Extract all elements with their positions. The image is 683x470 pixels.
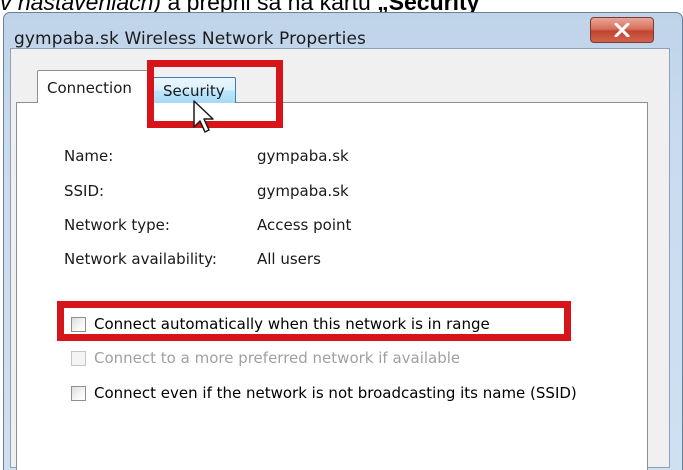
connect-preferred-label: Connect to a more preferred network if a…	[94, 349, 461, 367]
connect-hidden-ssid-option[interactable]: Connect even if the network is not broad…	[71, 384, 577, 402]
network-availability-value: All users	[257, 250, 321, 268]
connect-hidden-ssid-label: Connect even if the network is not broad…	[94, 384, 577, 402]
network-type-label: Network type:	[64, 216, 170, 234]
tab-connection-label: Connection	[47, 79, 132, 97]
close-button[interactable]	[590, 17, 654, 43]
connect-hidden-ssid-checkbox[interactable]	[71, 385, 86, 401]
network-availability-label: Network availability:	[64, 250, 217, 268]
ssid-label: SSID:	[64, 182, 105, 200]
ssid-value: gympaba.sk	[257, 182, 349, 200]
mouse-pointer-icon	[193, 100, 214, 133]
connect-preferred-checkbox	[71, 350, 86, 366]
close-x-icon	[614, 23, 630, 37]
tab-connection[interactable]: Connection	[37, 70, 151, 103]
network-type-value: Access point	[257, 216, 352, 234]
name-value: gympaba.sk	[257, 147, 349, 165]
connect-preferred-option: Connect to a more preferred network if a…	[71, 349, 460, 367]
name-label: Name:	[64, 147, 114, 165]
screenshot-root: v nastaveniach) a prepni sa na kartu „Se…	[0, 0, 683, 470]
connect-automatically-highlight	[57, 301, 571, 341]
window-title: gympaba.sk Wireless Network Properties	[14, 29, 366, 49]
